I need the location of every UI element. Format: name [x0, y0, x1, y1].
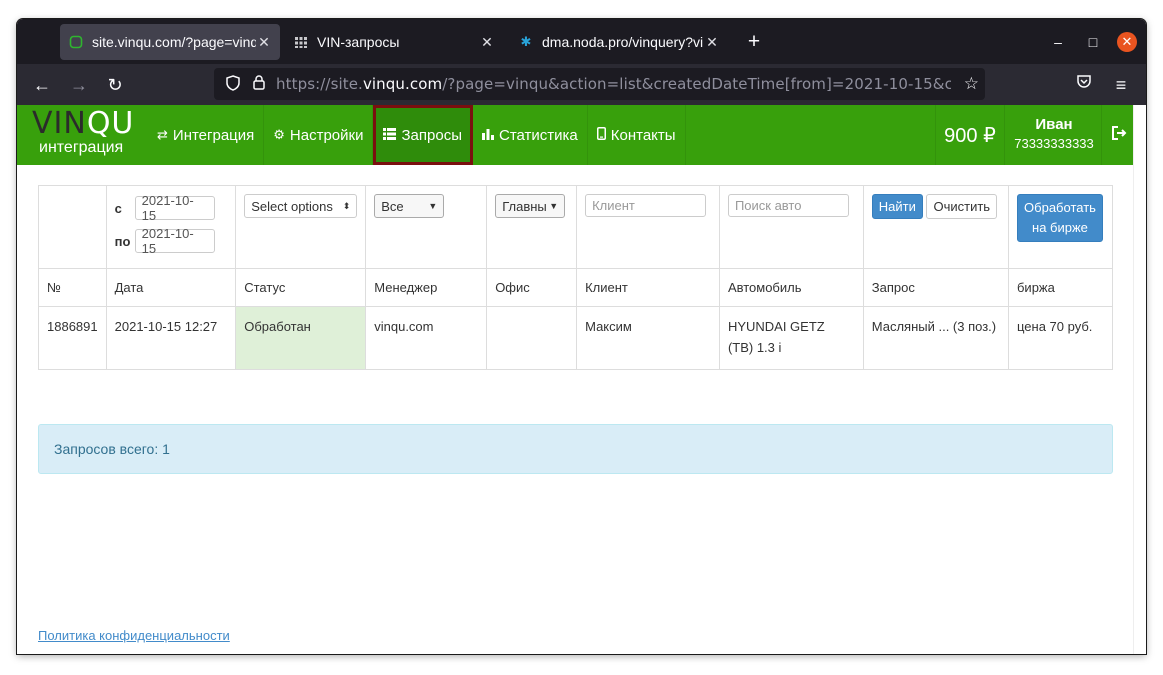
filter-cell-empty	[38, 185, 107, 269]
menu-item-contacts[interactable]: Контакты	[588, 105, 686, 165]
site-favicon-icon	[68, 34, 84, 50]
table-row[interactable]: 1886891 2021-10-15 12:27 Обработан vinqu…	[38, 306, 1114, 370]
menu-item-integration[interactable]: ⇄ Интеграция	[148, 105, 265, 165]
client-search-input[interactable]: Клиент	[585, 194, 707, 217]
column-header[interactable]: Менеджер	[365, 268, 488, 307]
menu-item-requests[interactable]: Запросы	[373, 105, 473, 165]
close-tab-icon[interactable]: ✕	[704, 34, 720, 51]
cell-office	[486, 306, 578, 370]
puzzle-favicon-icon: ✱	[520, 34, 532, 49]
column-header[interactable]: Офис	[486, 268, 578, 307]
cell-date: 2021-10-15 12:27	[105, 306, 237, 370]
account-balance[interactable]: 900 ₽	[935, 105, 1005, 165]
page-scrollbar[interactable]	[1133, 105, 1146, 654]
privacy-policy-link[interactable]: Политика конфиденциальности	[38, 628, 230, 643]
column-header[interactable]: Запрос	[862, 268, 1009, 307]
car-search-input[interactable]: Поиск авто	[727, 194, 849, 217]
tab-site-vinqu[interactable]: site.vinqu.com/?page=vinqu ✕	[60, 24, 280, 60]
date-from-input[interactable]: 2021-10-15	[134, 193, 215, 223]
minimize-icon[interactable]: –	[1048, 32, 1068, 52]
cell-id: 1886891	[38, 306, 107, 370]
filter-office: Главны ▼	[486, 185, 578, 269]
lock-icon[interactable]	[248, 75, 270, 93]
requests-total-alert: Запросов всего: 1	[38, 424, 1113, 474]
close-tab-icon[interactable]: ✕	[479, 34, 495, 51]
cell-car: HYUNDAI GETZ (TB) 1.3 i	[718, 306, 864, 370]
menu-item-statistics[interactable]: Статистика	[473, 105, 588, 165]
logo[interactable]: VINQU интеграция	[32, 109, 140, 161]
site-header: VINQU интеграция ⇄ Интеграция ⚙ Настройк…	[17, 105, 1133, 165]
reload-icon[interactable]: ↻	[103, 73, 127, 97]
tab-dma-noda[interactable]: ✱ dma.noda.pro/vinquery?vin ✕	[510, 24, 728, 60]
tab-strip: site.vinqu.com/?page=vinqu ✕ VIN-запросы…	[17, 19, 1146, 64]
url-text[interactable]: https://site.vinqu.com/?page=vinqu&actio…	[276, 75, 951, 93]
grid-favicon-icon	[293, 34, 309, 50]
cell-manager: vinqu.com	[365, 306, 488, 370]
browser-window: site.vinqu.com/?page=vinqu ✕ VIN-запросы…	[17, 19, 1146, 654]
cell-request[interactable]: Масляный ... (3 поз.)	[862, 306, 1009, 370]
status-multiselect[interactable]: Select options ⬍	[244, 194, 358, 218]
updown-arrow-icon: ⬍	[342, 200, 351, 211]
close-tab-icon[interactable]: ✕	[256, 34, 272, 51]
filter-row: с 2021-10-15 по 2021-10-15 Select option…	[38, 185, 1114, 269]
cell-client: Максим	[576, 306, 720, 370]
find-button[interactable]: Найти	[871, 194, 923, 219]
back-arrow-icon[interactable]: ←	[30, 73, 54, 97]
requests-table: с 2021-10-15 по 2021-10-15 Select option…	[38, 185, 1114, 370]
user-phone: 73333333333	[1014, 136, 1094, 151]
user-name: Иван	[1035, 116, 1073, 133]
tab-title: site.vinqu.com/?page=vinqu	[92, 34, 256, 50]
filter-date-range: с 2021-10-15 по 2021-10-15	[105, 185, 237, 269]
filter-actions: Найти Очистить	[862, 185, 1009, 269]
table-header-row: № Дата Статус Менеджер Офис Клиент Автом…	[38, 268, 1114, 307]
retweet-icon: ⇄	[157, 127, 168, 142]
logout-icon[interactable]	[1111, 126, 1127, 144]
filter-client: Клиент	[576, 185, 720, 269]
main-menu: ⇄ Интеграция ⚙ Настройки Запросы Статист…	[148, 105, 686, 165]
forward-arrow-icon[interactable]: →	[67, 73, 91, 97]
column-header[interactable]: №	[38, 268, 107, 307]
cell-status: Обработан	[235, 306, 367, 370]
list-icon	[383, 127, 397, 143]
chevron-down-icon: ▼	[428, 201, 438, 211]
chevron-down-icon: ▼	[549, 201, 559, 211]
filter-car: Поиск авто	[718, 185, 864, 269]
date-to-label: по	[114, 233, 131, 249]
menu-item-settings[interactable]: ⚙ Настройки	[264, 105, 374, 165]
navigation-bar: ← → ↻ https://site.vinqu.com/?page=vinqu…	[17, 64, 1146, 105]
manager-select[interactable]: Все ▼	[374, 194, 445, 218]
date-to-input[interactable]: 2021-10-15	[134, 226, 215, 256]
office-select[interactable]: Главны ▼	[495, 194, 566, 218]
tab-title: dma.noda.pro/vinquery?vin	[542, 34, 704, 50]
column-header[interactable]: биржа	[1007, 268, 1114, 307]
bookmark-star-icon[interactable]: ☆	[964, 74, 979, 94]
tab-title: VIN-запросы	[317, 34, 400, 50]
maximize-icon[interactable]: □	[1083, 32, 1103, 52]
new-tab-button[interactable]: +	[741, 28, 767, 56]
process-on-exchange-button[interactable]: Обработать на бирже	[1016, 194, 1103, 242]
tab-vin-requests[interactable]: VIN-запросы ✕	[285, 24, 503, 60]
clear-button[interactable]: Очистить	[926, 194, 998, 219]
user-profile[interactable]: Иван 73333333333	[1007, 105, 1102, 165]
filter-manager: Все ▼	[365, 185, 488, 269]
column-header[interactable]: Автомобиль	[718, 268, 864, 307]
date-from-label: с	[114, 200, 122, 216]
pocket-icon[interactable]	[1072, 73, 1096, 97]
bar-chart-icon	[481, 128, 494, 143]
cell-exchange: цена 70 руб.	[1007, 306, 1114, 370]
column-header[interactable]: Клиент	[576, 268, 720, 307]
filter-status: Select options ⬍	[235, 185, 367, 269]
address-bar[interactable]: https://site.vinqu.com/?page=vinqu&actio…	[214, 68, 985, 100]
window-close-icon[interactable]: ✕	[1117, 32, 1137, 52]
column-header[interactable]: Дата	[105, 268, 237, 307]
page-content: VINQU интеграция ⇄ Интеграция ⚙ Настройк…	[17, 105, 1133, 654]
column-header[interactable]: Статус	[235, 268, 367, 307]
hamburger-menu-icon[interactable]: ≡	[1109, 73, 1133, 97]
gear-icon: ⚙	[273, 127, 285, 142]
shield-icon[interactable]	[222, 74, 244, 94]
filter-exchange: Обработать на бирже	[1007, 185, 1114, 269]
phone-icon	[596, 127, 606, 143]
